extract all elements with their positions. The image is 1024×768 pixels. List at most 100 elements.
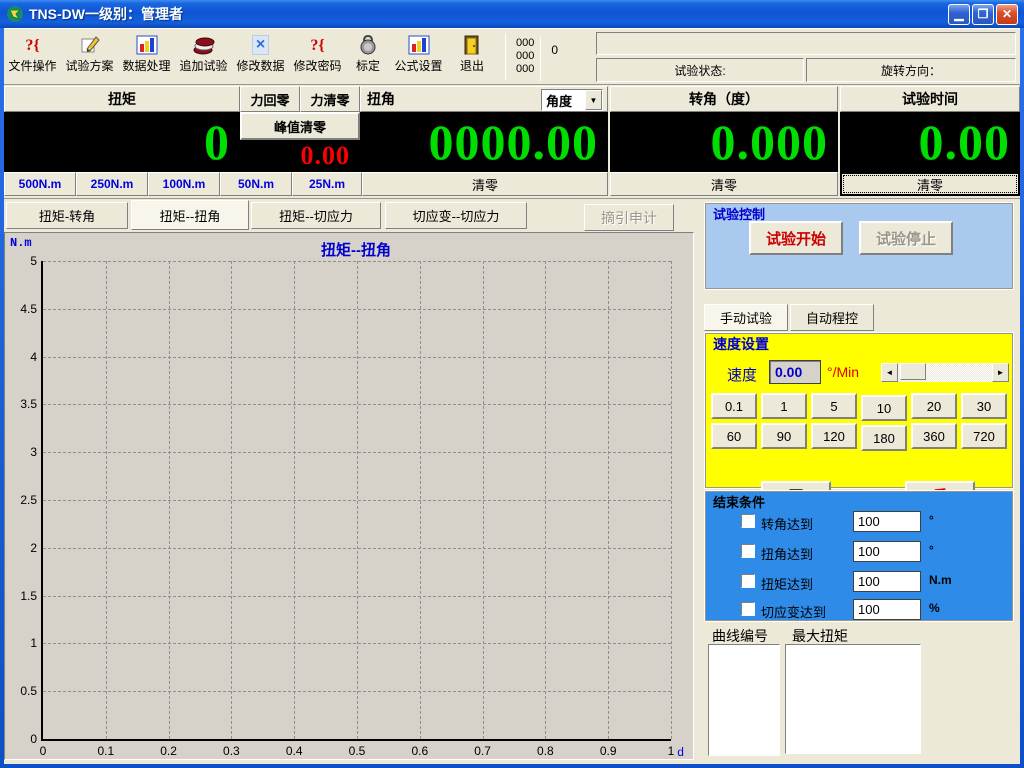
y-axis-tick-label: 2 xyxy=(30,541,37,555)
speed-preset-360[interactable]: 360 xyxy=(911,423,957,449)
toolbar-test-plan[interactable]: 试验方案 xyxy=(61,31,118,83)
tab-auto-program[interactable]: 自动程控 xyxy=(790,304,874,331)
speed-preset-10[interactable]: 10 xyxy=(861,395,907,421)
range-500-button[interactable]: 500N.m xyxy=(4,172,76,196)
time-clear-button[interactable]: 清零 xyxy=(840,172,1020,196)
pen-icon xyxy=(79,31,101,55)
twist-reached-checkbox[interactable] xyxy=(741,544,755,558)
toolbar-append-test[interactable]: 追加试验 xyxy=(175,31,232,83)
range-100-button[interactable]: 100N.m xyxy=(148,172,220,196)
speed-scrollbar[interactable]: ◄ ► xyxy=(881,363,1009,382)
tab-torque-shear-stress[interactable]: 扭矩--切应力 xyxy=(251,202,381,229)
speed-preset-20[interactable]: 20 xyxy=(911,393,957,419)
test-stop-button: 试验停止 xyxy=(859,221,953,255)
speed-preset-1[interactable]: 1 xyxy=(761,393,807,419)
y-axis-tick-label: 1 xyxy=(30,636,37,650)
x-axis-tick-label: 0.5 xyxy=(349,744,366,758)
force-back-zero-button[interactable]: 力回零 xyxy=(240,86,300,112)
torque-header: 扭矩 xyxy=(4,86,240,112)
x-axis-tick-label: 0.8 xyxy=(537,744,554,758)
blue-x-icon: × xyxy=(252,31,269,55)
force-clear-button[interactable]: 力清零 xyxy=(300,86,360,112)
status-message-field xyxy=(596,32,1016,55)
bar-chart-icon xyxy=(136,31,158,55)
toolbar-data-processing[interactable]: 数据处理 xyxy=(118,31,175,83)
y-axis-tick-label: 3.5 xyxy=(20,397,37,411)
toolbar-modify-data[interactable]: × 修改数据 xyxy=(232,31,289,83)
scroll-left-arrow-icon[interactable]: ◄ xyxy=(881,363,898,382)
speed-input[interactable]: 0.00 xyxy=(769,360,821,384)
torque-reached-checkbox[interactable] xyxy=(741,574,755,588)
tab-shear-strain-stress[interactable]: 切应变--切应力 xyxy=(385,202,527,229)
twist-limit-input[interactable]: 100 xyxy=(853,541,921,562)
toolbar-formula-settings[interactable]: 公式设置 xyxy=(390,31,447,83)
condition-row: 切应变达到 100 % xyxy=(705,599,1015,621)
twist-header: 扭角 角度 ▼ xyxy=(360,86,608,112)
tab-torque-twist[interactable]: 扭矩--扭角 xyxy=(131,200,249,230)
bar-chart-icon xyxy=(408,31,430,55)
speed-preset-90[interactable]: 90 xyxy=(761,423,807,449)
toolbar-file-operations[interactable]: ?{ 文件操作 xyxy=(4,31,61,83)
app-window: TNS-DW一级别：管理者 ▁ ❐ ✕ ?{ 文件操作 试验方案 xyxy=(0,0,1024,768)
rotation-limit-input[interactable]: 100 xyxy=(853,511,921,532)
torque-limit-input[interactable]: 100 xyxy=(853,571,921,592)
speed-preset-5[interactable]: 5 xyxy=(811,393,857,419)
range-50-button[interactable]: 50N.m xyxy=(220,172,292,196)
scroll-right-arrow-icon[interactable]: ► xyxy=(992,363,1009,382)
scrollbar-thumb[interactable] xyxy=(900,363,926,380)
x-axis-tick-label: 0.4 xyxy=(286,744,303,758)
group-label: 速度设置 xyxy=(713,334,769,354)
rotation-led-display: 0.000 xyxy=(610,112,838,172)
title-bar: TNS-DW一级别：管理者 ▁ ❐ ✕ xyxy=(0,0,1024,28)
speed-preset-60[interactable]: 60 xyxy=(711,423,757,449)
test-control-group: 试验控制 试验开始 试验停止 xyxy=(704,202,1014,290)
speed-preset-120[interactable]: 120 xyxy=(811,423,857,449)
angle-unit-select[interactable]: 角度 ▼ xyxy=(541,89,603,111)
peak-clear-button[interactable]: 峰值清零 xyxy=(240,112,360,140)
speed-preset-180[interactable]: 180 xyxy=(861,425,907,451)
range-25-button[interactable]: 25N.m xyxy=(292,172,362,196)
speed-label: 速度 xyxy=(727,364,757,385)
y-axis-tick-label: 2.5 xyxy=(20,493,37,507)
gridline-vertical xyxy=(294,261,295,739)
rotation-header: 转角（度） xyxy=(610,86,838,112)
speed-preset-0.1[interactable]: 0.1 xyxy=(711,393,757,419)
chart-plot-area: 00.511.522.533.544.5500.10.20.30.40.50.6… xyxy=(41,261,671,741)
toolbar-exit[interactable]: 退出 xyxy=(447,31,497,83)
window-content: ?{ 文件操作 试验方案 数据处理 追加试验 xyxy=(4,28,1020,764)
speed-preset-30[interactable]: 30 xyxy=(961,393,1007,419)
y-axis-tick-label: 0.5 xyxy=(20,684,37,698)
x-axis-tick-label: 0.2 xyxy=(160,744,177,758)
window-title: TNS-DW一级别：管理者 xyxy=(29,4,948,24)
tab-manual-test[interactable]: 手动试验 xyxy=(704,304,788,331)
shear-strain-reached-checkbox[interactable] xyxy=(741,602,755,616)
toolbar-change-password[interactable]: ?{ 修改密码 xyxy=(289,31,346,83)
end-conditions-group: 结束条件 转角达到 100 ° 扭角达到 100 ° 扭矩达到 100 N.m xyxy=(704,490,1014,622)
twist-clear-button[interactable]: 清零 xyxy=(362,172,608,196)
gridline-vertical xyxy=(231,261,232,739)
maximize-button[interactable]: ❐ xyxy=(972,4,994,25)
time-header: 试验时间 xyxy=(840,86,1020,112)
gridline-vertical xyxy=(420,261,421,739)
rotation-clear-button[interactable]: 清零 xyxy=(610,172,838,196)
scrollbar-track[interactable] xyxy=(898,363,992,382)
chevron-down-icon[interactable]: ▼ xyxy=(585,90,602,110)
test-start-button[interactable]: 试验开始 xyxy=(749,221,843,255)
torque-led-display: 0 xyxy=(4,112,240,172)
range-250-button[interactable]: 250N.m xyxy=(76,172,148,196)
speed-preset-720[interactable]: 720 xyxy=(961,423,1007,449)
counter-value: 0 xyxy=(541,43,570,71)
tab-torque-rotation[interactable]: 扭矩-转角 xyxy=(6,202,128,229)
minimize-button[interactable]: ▁ xyxy=(948,4,970,25)
app-logo-icon xyxy=(6,5,24,23)
shear-strain-limit-input[interactable]: 100 xyxy=(853,599,921,620)
y-axis-tick-label: 3 xyxy=(30,445,37,459)
peak-led-display: 0.00 xyxy=(240,140,360,172)
curve-number-list[interactable] xyxy=(708,644,780,756)
max-torque-list[interactable] xyxy=(785,644,921,754)
close-button[interactable]: ✕ xyxy=(996,4,1018,25)
rotation-reached-checkbox[interactable] xyxy=(741,514,755,528)
y-axis-tick-label: 4.5 xyxy=(20,302,37,316)
toolbar-calibration[interactable]: 标定 xyxy=(346,31,390,83)
twist-led-display: 0000.00 xyxy=(360,112,608,172)
